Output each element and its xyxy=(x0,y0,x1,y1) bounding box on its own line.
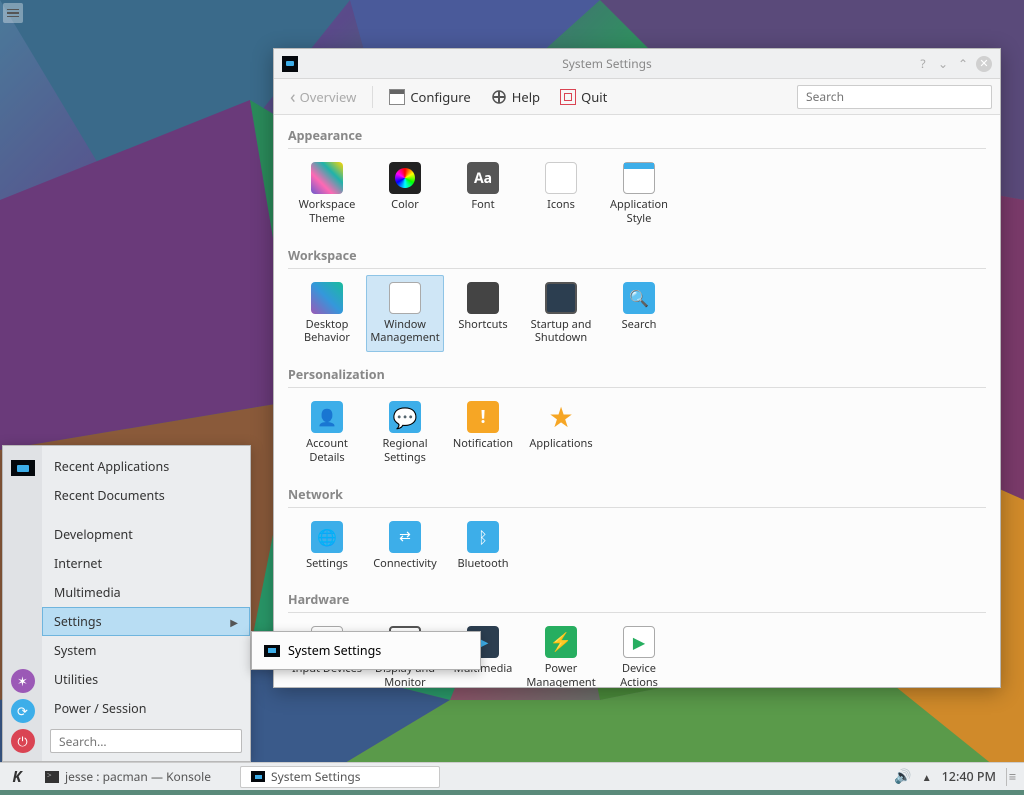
item-notification[interactable]: !Notification xyxy=(444,394,522,472)
item-shortcuts[interactable]: Shortcuts xyxy=(444,275,522,353)
item-search[interactable]: 🔍Search xyxy=(600,275,678,353)
theme-icon xyxy=(311,162,343,194)
item-net-settings[interactable]: 🌐Settings xyxy=(288,514,366,578)
launcher-cat-multimedia[interactable]: Multimedia xyxy=(42,578,250,607)
device-icon: ▶ xyxy=(623,626,655,658)
section-personalization: Personalization xyxy=(288,360,986,388)
section-hardware: Hardware xyxy=(288,585,986,613)
item-device[interactable]: ▶Device Actions xyxy=(600,619,678,687)
item-account[interactable]: 👤Account Details xyxy=(288,394,366,472)
globe-icon: 🌐 xyxy=(311,521,343,553)
launcher-search-input[interactable] xyxy=(50,729,242,753)
panel-toolbox-icon[interactable]: ≡ xyxy=(1006,768,1018,786)
sidebar-shutdown-icon[interactable]: ⏻ xyxy=(11,729,35,753)
icons-icon xyxy=(545,162,577,194)
help-toolbar-icon xyxy=(491,89,507,105)
item-bluetooth[interactable]: ᛒBluetooth xyxy=(444,514,522,578)
item-color[interactable]: Color xyxy=(366,155,444,233)
settings-task-icon xyxy=(251,771,265,782)
connectivity-icon: ⇄ xyxy=(389,521,421,553)
quit-button[interactable]: Quit xyxy=(552,84,615,110)
system-settings-icon xyxy=(264,645,280,657)
settings-submenu: System Settings xyxy=(251,631,481,670)
terminal-icon xyxy=(45,771,59,783)
item-power[interactable]: ⚡Power Management xyxy=(522,619,600,687)
window-mgmt-icon xyxy=(389,282,421,314)
startup-icon xyxy=(545,282,577,314)
launcher-cat-utilities[interactable]: Utilities xyxy=(42,665,250,694)
notification-icon: ! xyxy=(467,401,499,433)
item-icons[interactable]: Icons xyxy=(522,155,600,233)
task-konsole[interactable]: jesse : pacman — Konsole xyxy=(34,766,234,788)
item-workspace-theme[interactable]: Workspace Theme xyxy=(288,155,366,233)
settings-body: Appearance Workspace Theme Color AaFont … xyxy=(274,115,1000,687)
search-icon: 🔍 xyxy=(623,282,655,314)
window-title: System Settings xyxy=(298,55,916,72)
launcher-recent-docs[interactable]: Recent Documents xyxy=(42,481,250,510)
launcher-main: Recent Applications Recent Documents Dev… xyxy=(42,446,250,761)
item-startup[interactable]: Startup and Shutdown xyxy=(522,275,600,353)
item-applications[interactable]: ★Applications xyxy=(522,394,600,472)
search-input[interactable] xyxy=(797,85,992,109)
toolbar: Overview Configure Help Quit xyxy=(274,79,1000,115)
item-regional[interactable]: 💬Regional Settings xyxy=(366,394,444,472)
account-icon: 👤 xyxy=(311,401,343,433)
font-icon: Aa xyxy=(467,162,499,194)
launcher-logo-icon xyxy=(11,460,35,476)
section-appearance: Appearance xyxy=(288,121,986,149)
sidebar-restart-icon[interactable]: ⟳ xyxy=(11,699,35,723)
clock[interactable]: 12:40 PM xyxy=(942,768,996,785)
launcher-sidebar: ✶ ⟳ ⏻ xyxy=(3,446,42,761)
launcher-cat-power[interactable]: Power / Session xyxy=(42,694,250,723)
shortcut-icon xyxy=(467,282,499,314)
quit-icon xyxy=(560,89,576,105)
launcher-cat-settings[interactable]: Settings▶ xyxy=(42,607,250,636)
launcher-cat-development[interactable]: Development xyxy=(42,520,250,549)
help-icon[interactable]: ? xyxy=(916,57,930,71)
minimize-icon[interactable]: ⌄ xyxy=(936,57,950,71)
window-icon xyxy=(282,56,298,72)
start-button[interactable]: K xyxy=(6,766,28,788)
overview-back-button[interactable]: Overview xyxy=(282,81,364,113)
task-system-settings[interactable]: System Settings xyxy=(240,766,440,788)
help-button[interactable]: Help xyxy=(483,84,548,110)
power-icon: ⚡ xyxy=(545,626,577,658)
item-font[interactable]: AaFont xyxy=(444,155,522,233)
close-icon[interactable]: ✕ xyxy=(976,56,992,72)
maximize-icon[interactable]: ⌃ xyxy=(956,57,970,71)
item-desktop-behavior[interactable]: Desktop Behavior xyxy=(288,275,366,353)
titlebar[interactable]: System Settings ? ⌄ ⌃ ✕ xyxy=(274,49,1000,79)
application-launcher: ✶ ⟳ ⏻ Recent Applications Recent Documen… xyxy=(2,445,251,762)
submenu-system-settings[interactable]: System Settings xyxy=(252,636,480,665)
item-connectivity[interactable]: ⇄Connectivity xyxy=(366,514,444,578)
desktop-behavior-icon xyxy=(311,282,343,314)
volume-icon[interactable]: 🔊 xyxy=(894,767,911,786)
activities-button[interactable] xyxy=(3,3,23,23)
regional-icon: 💬 xyxy=(389,401,421,433)
configure-icon xyxy=(389,89,405,105)
color-icon xyxy=(389,162,421,194)
bluetooth-icon: ᛒ xyxy=(467,521,499,553)
sidebar-lock-icon[interactable]: ✶ xyxy=(11,669,35,693)
configure-button[interactable]: Configure xyxy=(381,84,478,110)
tray-expand-icon[interactable]: ▲ xyxy=(922,770,932,784)
launcher-recent-apps[interactable]: Recent Applications xyxy=(42,452,250,481)
taskbar: K jesse : pacman — Konsole System Settin… xyxy=(0,762,1024,790)
launcher-cat-internet[interactable]: Internet xyxy=(42,549,250,578)
chevron-right-icon: ▶ xyxy=(230,615,238,629)
launcher-cat-system[interactable]: System xyxy=(42,636,250,665)
system-settings-window: System Settings ? ⌄ ⌃ ✕ Overview Configu… xyxy=(273,48,1001,688)
item-app-style[interactable]: Application Style xyxy=(600,155,678,233)
applications-icon: ★ xyxy=(545,401,577,433)
appstyle-icon xyxy=(623,162,655,194)
system-tray: 🔊 ▲ 12:40 PM ≡ xyxy=(894,767,1018,786)
item-window-management[interactable]: Window Management xyxy=(366,275,444,353)
section-network: Network xyxy=(288,480,986,508)
section-workspace: Workspace xyxy=(288,241,986,269)
